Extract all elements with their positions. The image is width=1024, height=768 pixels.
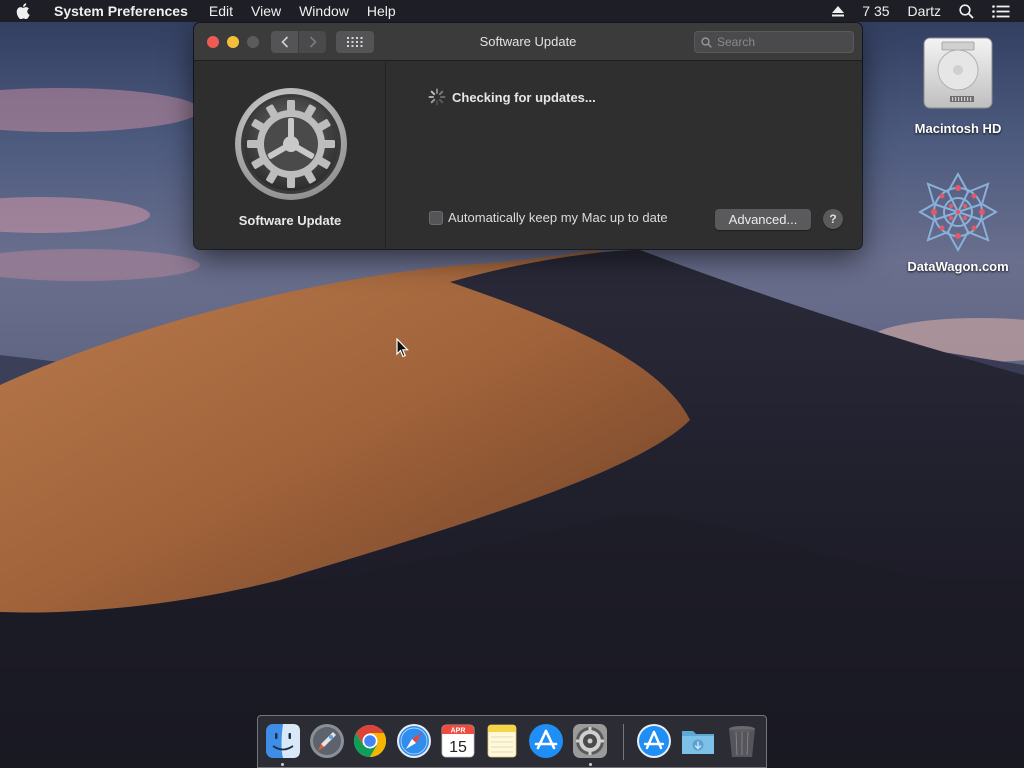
- safari-icon[interactable]: [395, 722, 433, 760]
- downloads-folder-icon[interactable]: [679, 722, 717, 760]
- dock-separator: [623, 724, 624, 760]
- desktop-icon-macintosh-hd[interactable]: Macintosh HD: [903, 32, 1013, 136]
- sidebar-pane-label: Software Update: [238, 213, 342, 228]
- app-store-folder-icon[interactable]: [635, 722, 673, 760]
- datawagon-logo-icon: [917, 171, 999, 253]
- menu-app-name[interactable]: System Preferences: [46, 0, 200, 22]
- launchpad-icon[interactable]: [308, 722, 346, 760]
- desktop-icon-datawagon[interactable]: DataWagon.com: [903, 170, 1013, 274]
- menu-clock[interactable]: 7 35: [862, 3, 889, 19]
- auto-update-row: Automatically keep my Mac up to date: [429, 210, 668, 225]
- advanced-button[interactable]: Advanced...: [715, 209, 811, 230]
- auto-update-label[interactable]: Automatically keep my Mac up to date: [448, 210, 668, 225]
- dock-running-indicator: [281, 763, 284, 766]
- status-row: Checking for updates...: [428, 88, 596, 106]
- forward-button[interactable]: [299, 31, 326, 53]
- apple-logo-icon[interactable]: [0, 0, 46, 22]
- spinner-icon: [428, 88, 446, 106]
- desktop-icon-label: DataWagon.com: [907, 259, 1009, 274]
- menu-edit[interactable]: Edit: [200, 0, 242, 22]
- calendar-month: APR: [451, 728, 466, 735]
- eject-icon[interactable]: [832, 5, 845, 17]
- status-text: Checking for updates...: [452, 89, 596, 105]
- chrome-icon[interactable]: [351, 722, 389, 760]
- chevron-right-icon: [309, 36, 317, 48]
- menu-user[interactable]: Dartz: [908, 3, 941, 19]
- auto-update-checkbox[interactable]: [429, 210, 443, 225]
- back-button[interactable]: [271, 31, 298, 53]
- grid-icon: [347, 37, 363, 47]
- calendar-icon[interactable]: APR 15: [439, 722, 477, 760]
- software-update-window: Software Update Search Software Update C…: [194, 23, 862, 249]
- notification-center-icon[interactable]: [992, 4, 1010, 18]
- notes-icon[interactable]: [483, 722, 521, 760]
- app-store-icon[interactable]: [527, 722, 565, 760]
- software-update-gear-icon: [235, 88, 347, 200]
- mouse-cursor-icon: [396, 338, 409, 358]
- menu-window[interactable]: Window: [290, 0, 358, 22]
- search-field[interactable]: [694, 31, 854, 53]
- menu-bar: System Preferences Edit View Window Help…: [0, 0, 1024, 22]
- system-preferences-icon[interactable]: [571, 722, 609, 760]
- dock: APR 15: [257, 715, 767, 768]
- show-all-button[interactable]: [336, 31, 374, 53]
- spotlight-search-icon[interactable]: [959, 3, 974, 19]
- pane-content: Checking for updates... Automatically ke…: [387, 62, 862, 249]
- trash-icon[interactable]: [723, 722, 761, 760]
- window-titlebar[interactable]: Software Update: [194, 23, 862, 61]
- desktop-icon-label: Macintosh HD: [914, 121, 1002, 136]
- menu-view[interactable]: View: [242, 0, 290, 22]
- dock-running-indicator: [589, 763, 592, 766]
- help-button[interactable]: ?: [823, 209, 843, 229]
- menu-help[interactable]: Help: [358, 0, 405, 22]
- finder-icon[interactable]: [264, 722, 302, 760]
- search-input[interactable]: [717, 35, 845, 49]
- calendar-day: 15: [449, 739, 467, 756]
- chevron-left-icon: [280, 36, 288, 48]
- hard-drive-icon: [923, 37, 993, 109]
- pane-sidebar: Software Update: [194, 62, 386, 249]
- search-icon: [695, 36, 717, 48]
